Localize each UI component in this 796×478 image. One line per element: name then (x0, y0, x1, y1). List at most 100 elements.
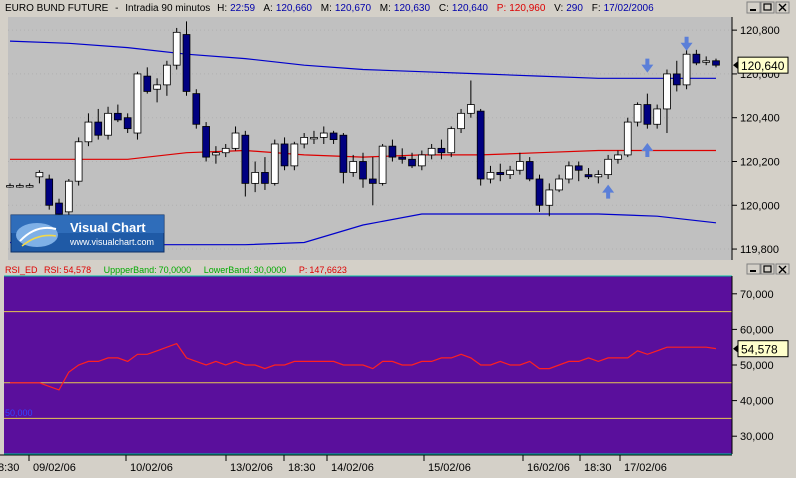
candle-body-up (378, 145, 387, 184)
candle-body-down (535, 178, 544, 206)
candle-body-down (329, 132, 338, 140)
chart-window: 120,800 120,600 120,400 120,200 120,000 119,8… (0, 0, 796, 474)
rsi-tick-label: 40,000 (740, 396, 774, 408)
interval-label: Intradia 90 minutos (125, 3, 210, 14)
candle-body-down (476, 110, 485, 180)
logo-name: Visual Chart (70, 220, 146, 235)
candle-body-up (682, 53, 691, 86)
candle-body-up (310, 137, 318, 140)
candle-body-up (212, 152, 220, 156)
candle-body-up (506, 169, 514, 176)
rsi-plot-area (4, 276, 732, 454)
candle-body-down (643, 104, 652, 125)
candle-body-down (672, 73, 681, 86)
candle-body-down (55, 202, 63, 215)
candle-body-down (114, 112, 122, 121)
candle-body-up (604, 158, 612, 176)
candle-body-down (241, 134, 250, 184)
rsi-close-button[interactable] (775, 263, 790, 275)
candle-body-up (290, 143, 299, 167)
candle-body-down (339, 134, 348, 173)
candle-body-up (467, 104, 475, 114)
candle-body-up (74, 141, 83, 182)
candle-body-up (702, 60, 711, 63)
candle-body-up (163, 64, 171, 86)
candle-body-up (653, 108, 661, 125)
time-tick-label: 18:30 (584, 462, 612, 473)
candle-body-up (457, 112, 465, 130)
visualchart-logo: Visual Chart www.visualchart.com (10, 214, 165, 253)
last-price-label: 120,640 (741, 59, 785, 73)
logo-url: www.visualchart.com (69, 237, 154, 247)
minimize-button[interactable] (746, 1, 761, 14)
candle-body-up (15, 185, 24, 188)
candle-body-down (359, 161, 367, 180)
candle-body-up (231, 132, 240, 149)
price-tick-label: 120,200 (740, 156, 780, 168)
candle-body-down (437, 147, 446, 154)
rsi-tick-label: 50,000 (740, 360, 774, 372)
rsi-panel: 70,000 60,000 50,000 40,000 30,000 54,578 50,… (0, 263, 796, 455)
candle-body-up (427, 147, 436, 156)
candle-body-down (584, 174, 593, 178)
price-tick-label: 119,800 (740, 244, 779, 256)
close-button[interactable] (775, 1, 790, 14)
minimize-icon (750, 270, 756, 272)
time-tick-label: 15/02/06 (428, 462, 471, 473)
time-tick-label: 8:30 (0, 462, 19, 473)
candle-body-down (123, 117, 132, 130)
candle-body-up (270, 143, 279, 184)
time-tick-label: 09/02/06 (33, 462, 76, 473)
rsi-maximize-button[interactable] (760, 263, 775, 275)
candle-body-up (25, 185, 34, 188)
candle-body-up (565, 165, 573, 180)
rsi-tick-label: 30,000 (740, 431, 774, 443)
price-tick-label: 120,800 (740, 25, 780, 37)
candle-body-down (202, 126, 210, 158)
rsi-left-label: 50,000 (5, 408, 33, 418)
candle-body-down (408, 158, 416, 167)
rsi-minimize-button[interactable] (746, 263, 761, 275)
candle-body-up (300, 137, 308, 145)
time-tick-label: 13/02/06 (230, 462, 273, 473)
price-axis-area (732, 17, 790, 260)
candle-body-down (712, 60, 720, 66)
candle-body-up (633, 104, 642, 123)
candle-body-up (319, 132, 328, 138)
candle-body-up (663, 73, 671, 110)
chart-svg: 120,800120,600120,400120,200120,000119,8… (0, 0, 796, 474)
candle-body-up (65, 180, 73, 213)
time-tick-label: 17/02/06 (624, 462, 667, 473)
candle-body-up (555, 178, 563, 191)
candle-body-down (398, 156, 407, 160)
candle-body-down (143, 75, 152, 92)
candle-body-up (104, 112, 112, 136)
candle-body-up (545, 189, 554, 206)
candle-body-down (94, 121, 103, 136)
candle-body-down (496, 172, 505, 176)
candle-body-up (221, 147, 230, 154)
instrument-name: EURO BUND FUTURE (5, 3, 109, 14)
candle-body-up (172, 31, 181, 66)
candle-body-down (692, 53, 701, 64)
time-tick-label: 18:30 (288, 462, 316, 473)
time-tick-label: 14/02/06 (331, 462, 374, 473)
candle-body-up (447, 128, 456, 154)
candle-body-up (594, 174, 603, 178)
price-header: EURO BUND FUTURE - Intradia 90 minutos H… (5, 3, 654, 14)
candle-body-down (45, 178, 54, 206)
price-tick-label: 120,400 (740, 113, 780, 125)
candle-body-up (516, 161, 524, 171)
rsi-tick-label: 70,000 (740, 289, 774, 301)
candle-body-up (418, 154, 426, 167)
candle-body-up (6, 185, 14, 188)
candle-body-down (280, 143, 289, 167)
rsi-tick-label: 60,000 (740, 324, 774, 336)
candle-body-up (84, 121, 93, 143)
candle-body-down (525, 161, 534, 180)
candle-body-down (261, 172, 269, 184)
maximize-button[interactable] (760, 1, 775, 14)
time-tick-label: 16/02/06 (527, 462, 570, 473)
candle-body-down (182, 34, 191, 92)
candle-body-up (133, 73, 142, 134)
